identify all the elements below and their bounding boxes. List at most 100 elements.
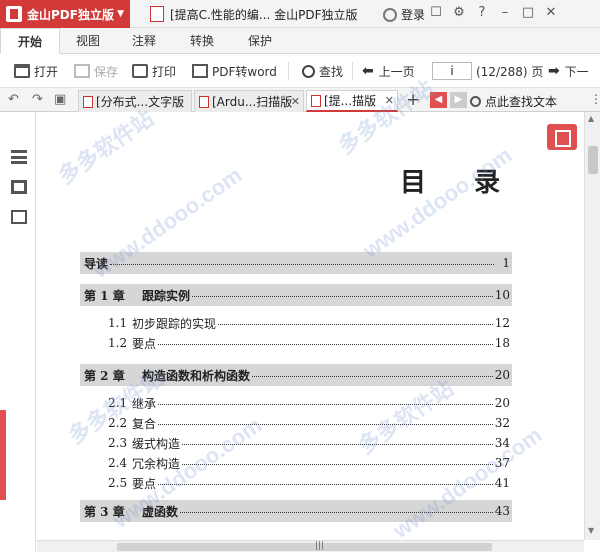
toc-title: 跟踪实例 [142, 288, 191, 303]
save-label: 保存 [94, 64, 119, 79]
pdf-to-word-button[interactable]: PDF转word [192, 54, 277, 88]
tab-scroll-left-icon[interactable]: ◀ [430, 92, 447, 108]
toc-chapter-row[interactable]: 第 3 章 虚函数 43 [80, 500, 512, 522]
scroll-up-icon[interactable]: ▲ [588, 114, 594, 123]
toc-number: 2.3 [108, 436, 128, 450]
tab-protect[interactable]: 保护 [240, 28, 280, 54]
toc-leader-dots [182, 437, 493, 445]
toc-section-row[interactable]: 2.3 缓式构造 34 [80, 434, 512, 452]
toc-page-number: 34 [494, 436, 510, 450]
toc-title: 冗余构造 [132, 456, 181, 471]
main-toolbar: 打开 保存 打印 PDF转word 查找 ⬅ 上一页 (12/288) 页 ➡ … [0, 54, 600, 88]
find-button[interactable]: 查找 [302, 54, 343, 88]
toc-chapter-row[interactable]: 导读 1 [80, 252, 512, 274]
thumbnails-icon[interactable] [11, 180, 27, 194]
doc-tab-1[interactable]: [分布式...文字版 [78, 90, 192, 112]
toc-page-number: 12 [494, 316, 510, 330]
toc-page-number: 20 [494, 368, 510, 382]
page-number-input[interactable]: i [432, 62, 472, 80]
title-bar: 金山PDF独立版 ▼ [提高C.性能的编... 金山PDF独立版 登录 ☐ ⚙ … [0, 0, 600, 28]
pdf-convert-float-button[interactable] [547, 124, 577, 150]
doc-tab-2[interactable]: [Ardu...扫描版 ✕ [194, 90, 304, 112]
chevron-down-icon: ▼ [117, 9, 124, 19]
find-text-box[interactable]: 点此查找文本 [470, 93, 557, 110]
toc-section-row[interactable]: 1.2 要点 18 [80, 334, 512, 352]
toc-section-row[interactable]: 2.4 冗余构造 37 [80, 454, 512, 472]
toc-number: 2.4 [108, 456, 128, 470]
new-tab-plus-icon[interactable]: + [406, 90, 420, 110]
toc-page-number: 10 [494, 288, 510, 302]
horizontal-scrollbar[interactable]: ||| [37, 540, 584, 552]
close-tab-icon[interactable]: ✕ [385, 94, 394, 107]
print-button[interactable]: 打印 [132, 54, 176, 88]
arrow-right-icon: ➡ [548, 63, 565, 79]
toc-chapter-row[interactable]: 第 1 章 跟踪实例 10 [80, 284, 512, 306]
message-icon[interactable]: ☐ [428, 5, 444, 20]
word-convert-icon [192, 64, 208, 78]
toc-number: 第 3 章 [84, 504, 125, 519]
toc-title: 继承 [132, 396, 157, 411]
toc-leader-dots [158, 397, 493, 405]
pdf-file-icon [311, 94, 321, 107]
toc-title: 复合 [132, 416, 157, 431]
toc-title: 要点 [132, 336, 157, 351]
toolbar-divider [288, 62, 289, 80]
toc-number: 第 1 章 [84, 288, 125, 303]
outline-list-icon[interactable] [11, 150, 27, 164]
vertical-scroll-thumb[interactable] [588, 146, 598, 174]
tab-annotate[interactable]: 注释 [124, 28, 164, 54]
page-count: (12/288) 页 [476, 64, 544, 79]
save-button[interactable]: 保存 [74, 54, 118, 88]
open-button[interactable]: 打开 [14, 54, 58, 88]
minimize-icon[interactable]: – [497, 5, 513, 20]
toc-title: 要点 [132, 476, 157, 491]
tab-scroll-right-icon[interactable]: ▶ [450, 92, 467, 108]
toc-leader-dots [180, 505, 493, 513]
toc-chapter-row[interactable]: 第 2 章 构造函数和析构函数 20 [80, 364, 512, 386]
redo-icon[interactable]: ↷ [32, 92, 43, 107]
undo-icon[interactable]: ↶ [8, 92, 19, 107]
horizontal-scroll-thumb[interactable] [117, 543, 492, 551]
next-page-label: 下一 [564, 64, 589, 79]
user-icon [383, 7, 397, 22]
tab-convert[interactable]: 转换 [182, 28, 222, 54]
app-name: 金山PDF独立版 [27, 7, 114, 22]
toc-section-row[interactable]: 2.1 继承 20 [80, 394, 512, 412]
toc-section-row[interactable]: 2.5 要点 41 [80, 474, 512, 492]
toc-number: 2.1 [108, 396, 128, 410]
toc-page-number: 18 [494, 336, 510, 350]
document-title-tab[interactable]: [提高C.性能的编... 金山PDF独立版 [150, 0, 358, 28]
convert-icon[interactable] [11, 210, 27, 224]
settings-icon[interactable]: ⚙ [451, 5, 467, 20]
app-menu-button[interactable]: 金山PDF独立版 ▼ [0, 0, 130, 28]
toc-section-row[interactable]: 2.2 复合 32 [80, 414, 512, 432]
print-label: 打印 [152, 64, 177, 79]
toc-page-number: 41 [494, 476, 510, 490]
toc-section-row[interactable]: 1.1 初步跟踪的实现 12 [80, 314, 512, 332]
close-icon[interactable]: ✕ [543, 5, 559, 20]
scroll-grip-icon: ||| [315, 541, 325, 551]
close-tab-icon[interactable]: ✕ [291, 95, 300, 108]
login-button[interactable]: 登录 [383, 6, 425, 23]
save-quick-icon[interactable]: ▣ [54, 92, 66, 107]
toc-page-number: 20 [494, 396, 510, 410]
sidebar-collapse-handle[interactable] [0, 410, 6, 500]
doc-tab-3-active[interactable]: [提...描版 ✕ [306, 90, 398, 112]
tab-start[interactable]: 开始 [0, 28, 60, 54]
scroll-down-icon[interactable]: ▼ [588, 526, 594, 535]
more-options-icon[interactable]: ⋮ [590, 92, 600, 106]
window-controls: ☐ ⚙ ? – □ ✕ [428, 5, 559, 20]
toc-number: 1.2 [108, 336, 128, 350]
maximize-icon[interactable]: □ [520, 5, 536, 20]
toc-title: 虚函数 [142, 504, 179, 519]
toc-leader-dots [182, 457, 493, 465]
help-icon[interactable]: ? [474, 5, 490, 20]
kingsoft-pdf-logo-icon [6, 6, 22, 22]
vertical-scrollbar[interactable]: ▲ ▼ [584, 112, 600, 540]
find-label: 查找 [319, 64, 344, 79]
next-page-button[interactable]: ➡ 下一 [548, 54, 589, 88]
toc-leader-dots [110, 257, 494, 265]
login-label: 登录 [401, 8, 426, 22]
tab-view[interactable]: 视图 [70, 28, 106, 54]
prev-page-button[interactable]: ⬅ 上一页 [362, 54, 415, 88]
